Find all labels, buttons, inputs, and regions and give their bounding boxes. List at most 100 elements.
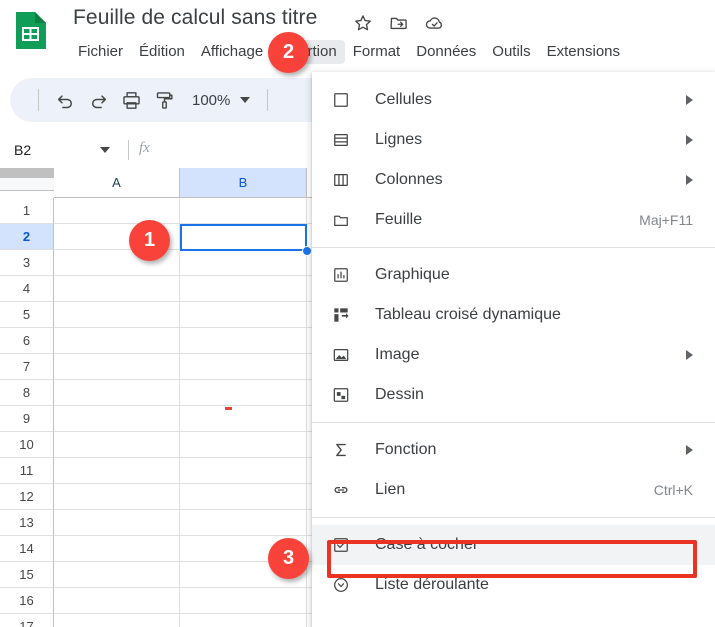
row-header-10[interactable]: 10 bbox=[0, 432, 54, 458]
cell-A12[interactable] bbox=[54, 484, 180, 510]
link-icon bbox=[329, 478, 353, 502]
row-header-2[interactable]: 2 bbox=[0, 224, 54, 250]
row-header-6[interactable]: 6 bbox=[0, 328, 54, 354]
cell-A16[interactable] bbox=[54, 588, 180, 614]
cell-B10[interactable] bbox=[180, 432, 307, 458]
paint-format-icon[interactable] bbox=[149, 85, 179, 115]
cell-B9[interactable] bbox=[180, 406, 307, 432]
zoom-value: 100% bbox=[192, 91, 231, 109]
print-icon[interactable] bbox=[116, 85, 146, 115]
cell-B5[interactable] bbox=[180, 302, 307, 328]
redo-icon[interactable] bbox=[83, 85, 113, 115]
cell-A1[interactable] bbox=[54, 198, 180, 224]
pivot-table-icon bbox=[329, 303, 353, 327]
star-icon[interactable] bbox=[352, 12, 374, 34]
menu-item-label: Feuille bbox=[375, 211, 423, 228]
cell-A11[interactable] bbox=[54, 458, 180, 484]
cell-B16[interactable] bbox=[180, 588, 307, 614]
menu-donnees[interactable]: Données bbox=[408, 40, 484, 64]
row-header-13[interactable]: 13 bbox=[0, 510, 54, 536]
menu-outils[interactable]: Outils bbox=[484, 40, 538, 64]
row-header-label: 2 bbox=[22, 229, 31, 244]
columns-icon bbox=[329, 168, 353, 192]
cell-A7[interactable] bbox=[54, 354, 180, 380]
menu-item-lien[interactable]: Lien Ctrl+K bbox=[312, 470, 715, 510]
menu-item-feuille[interactable]: Feuille Maj+F11 bbox=[312, 200, 715, 240]
menu-item-lignes[interactable]: Lignes bbox=[312, 120, 715, 160]
row-header-12[interactable]: 12 bbox=[0, 484, 54, 510]
menu-extensions[interactable]: Extensions bbox=[539, 40, 628, 64]
row-header-17[interactable]: 17 bbox=[0, 614, 54, 627]
menu-item-liste-deroulante[interactable]: Liste déroulante bbox=[312, 565, 715, 605]
image-icon bbox=[329, 343, 353, 367]
menu-item-case-a-cocher[interactable]: Case à cocher bbox=[312, 525, 715, 565]
menu-item-cellules[interactable]: Cellules bbox=[312, 80, 715, 120]
menu-item-tableau-croise-dynamique[interactable]: Tableau croisé dynamique bbox=[312, 295, 715, 335]
row-header-7[interactable]: 7 bbox=[0, 354, 54, 380]
cell-B6[interactable] bbox=[180, 328, 307, 354]
sheet-icon bbox=[329, 208, 353, 232]
menu-item-colonnes[interactable]: Colonnes bbox=[312, 160, 715, 200]
cell-A15[interactable] bbox=[54, 562, 180, 588]
cell-B4[interactable] bbox=[180, 276, 307, 302]
undo-icon[interactable] bbox=[50, 85, 80, 115]
name-box-chevron-down-icon[interactable] bbox=[100, 147, 110, 153]
cursor-artifact bbox=[225, 407, 232, 410]
cell-A5[interactable] bbox=[54, 302, 180, 328]
menu-format[interactable]: Format bbox=[345, 40, 409, 64]
menu-item-fonction[interactable]: Fonction bbox=[312, 430, 715, 470]
row-header-9[interactable]: 9 bbox=[0, 406, 54, 432]
cell-A10[interactable] bbox=[54, 432, 180, 458]
menu-edition[interactable]: Édition bbox=[131, 40, 193, 64]
cell-A8[interactable] bbox=[54, 380, 180, 406]
menu-item-label: Cellules bbox=[375, 91, 432, 108]
row-headers: 1 2 3 4 5 6 7 8 9 10 11 12 13 14 15 16 17 bbox=[0, 198, 54, 627]
menu-item-dessin[interactable]: Dessin bbox=[312, 375, 715, 415]
cell-A4[interactable] bbox=[54, 276, 180, 302]
cell-B13[interactable] bbox=[180, 510, 307, 536]
cell-B3[interactable] bbox=[180, 250, 307, 276]
column-header-a[interactable]: A bbox=[54, 168, 180, 198]
cell-icon bbox=[329, 88, 353, 112]
move-to-folder-icon[interactable] bbox=[388, 12, 410, 34]
row-header-4[interactable]: 4 bbox=[0, 276, 54, 302]
cell-A17[interactable] bbox=[54, 614, 180, 627]
menu-fichier[interactable]: Fichier bbox=[70, 40, 131, 64]
fill-handle[interactable] bbox=[302, 246, 312, 256]
app-header: Feuille de calcul sans titre Fichier Édi… bbox=[0, 0, 715, 72]
cell-B1[interactable] bbox=[180, 198, 307, 224]
document-title[interactable]: Feuille de calcul sans titre bbox=[73, 6, 317, 30]
cell-B11[interactable] bbox=[180, 458, 307, 484]
cell-A6[interactable] bbox=[54, 328, 180, 354]
row-header-label: 8 bbox=[22, 385, 31, 400]
cell-A14[interactable] bbox=[54, 536, 180, 562]
name-box[interactable]: B2 bbox=[0, 136, 124, 164]
menu-item-label: Tableau croisé dynamique bbox=[375, 306, 561, 323]
column-header-b[interactable]: B bbox=[180, 168, 307, 198]
rows-icon bbox=[329, 128, 353, 152]
menu-item-image[interactable]: Image bbox=[312, 335, 715, 375]
select-all-corner[interactable] bbox=[0, 168, 55, 191]
cell-B2[interactable] bbox=[180, 224, 307, 250]
row-header-14[interactable]: 14 bbox=[0, 536, 54, 562]
submenu-arrow-icon bbox=[686, 350, 693, 360]
zoom-dropdown[interactable]: 100% bbox=[182, 85, 256, 115]
menu-item-graphique[interactable]: Graphique bbox=[312, 255, 715, 295]
insertion-menu-dropdown[interactable]: Cellules Lignes Colonnes Feuille Maj+F11 Grap… bbox=[312, 72, 715, 627]
cell-A9[interactable] bbox=[54, 406, 180, 432]
cell-B17[interactable] bbox=[180, 614, 307, 627]
row-header-8[interactable]: 8 bbox=[0, 380, 54, 406]
row-header-16[interactable]: 16 bbox=[0, 588, 54, 614]
cloud-saved-icon[interactable] bbox=[424, 12, 446, 34]
cell-B7[interactable] bbox=[180, 354, 307, 380]
row-header-5[interactable]: 5 bbox=[0, 302, 54, 328]
cell-A13[interactable] bbox=[54, 510, 180, 536]
row-header-11[interactable]: 11 bbox=[0, 458, 54, 484]
cell-B8[interactable] bbox=[180, 380, 307, 406]
row-header-1[interactable]: 1 bbox=[0, 198, 54, 224]
row-header-15[interactable]: 15 bbox=[0, 562, 54, 588]
step-badge-2: 2 bbox=[268, 32, 309, 73]
row-header-3[interactable]: 3 bbox=[0, 250, 54, 276]
menu-affichage[interactable]: Affichage bbox=[193, 40, 271, 64]
cell-B12[interactable] bbox=[180, 484, 307, 510]
